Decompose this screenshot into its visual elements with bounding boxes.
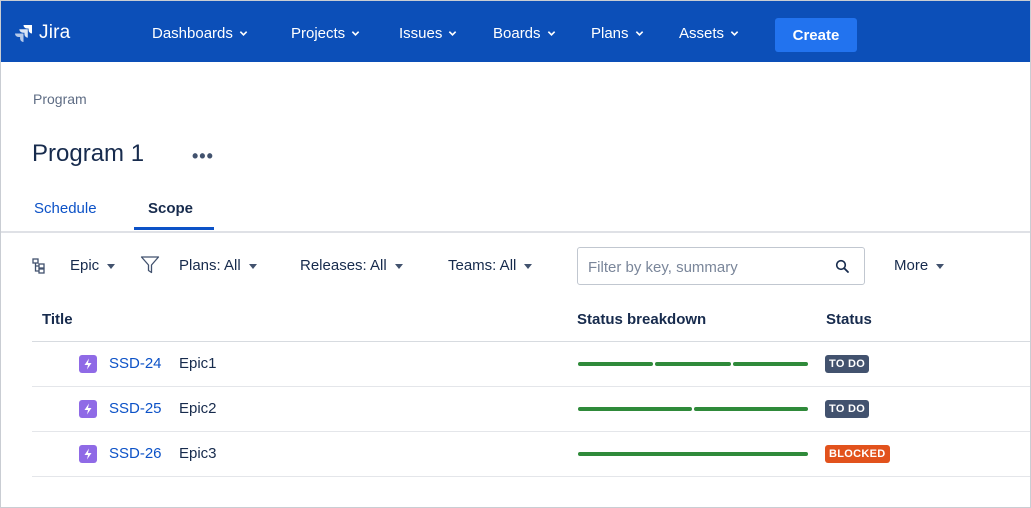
issue-summary: Epic3 [179,445,217,462]
chevron-down-icon [635,31,643,36]
caret-down-icon [248,264,257,269]
hierarchy-dropdown[interactable]: Epic [70,257,116,274]
chevron-down-icon [239,31,248,36]
teams-filter-label: Teams: All [448,257,517,274]
table-row[interactable]: SSD-26 Epic3 BLOCKED [32,432,1030,477]
column-header-status[interactable]: Status [826,311,872,328]
lightning-icon [84,448,92,460]
chevron-down-icon [449,31,457,36]
status-breakdown-bar [578,452,808,456]
nav-assets-label: Assets [679,25,725,42]
more-actions-button[interactable]: ••• [192,146,214,167]
status-breakdown-segment [694,407,808,411]
status-lozenge: BLOCKED [825,445,890,463]
caret-down-icon [394,264,403,269]
top-navigation: Jira Dashboards Projects Issues Boards P… [1,1,1030,62]
status-breakdown-bar [578,362,808,366]
status-breakdown-segment [732,362,808,366]
plans-filter-label: Plans: All [179,257,241,274]
releases-filter-label: Releases: All [300,257,387,274]
status-lozenge: TO DO [825,355,870,373]
page-title: Program 1 [32,140,145,167]
more-dropdown[interactable]: More [894,257,945,274]
table-row[interactable]: SSD-25 Epic2 TO DO [32,387,1030,432]
caret-down-icon [107,264,116,269]
nav-projects[interactable]: Projects [291,25,360,42]
nav-boards[interactable]: Boards [493,25,556,42]
issue-summary: Epic2 [179,400,217,417]
nav-projects-label: Projects [291,25,346,42]
chevron-down-icon [351,31,360,36]
chevron-down-icon [730,31,739,36]
status-breakdown-segment [655,362,731,366]
filter-search-input[interactable] [586,254,830,280]
nav-dashboards[interactable]: Dashboards [152,25,248,42]
nav-plans-label: Plans [591,25,629,42]
nav-dashboards-label: Dashboards [152,25,233,42]
nav-plans[interactable]: Plans [591,25,644,42]
more-dropdown-label: More [894,257,929,274]
nav-assets[interactable]: Assets [679,25,739,42]
hierarchy-dropdown-label: Epic [70,257,100,274]
jira-logo-icon [15,25,32,42]
filter-funnel-icon[interactable] [140,255,160,275]
active-tab-indicator [134,227,214,230]
nav-issues[interactable]: Issues [399,25,457,42]
status-lozenge: TO DO [825,400,870,418]
breadcrumb[interactable]: Program [33,91,87,107]
column-header-title[interactable]: Title [42,311,73,328]
plans-filter-dropdown[interactable]: Plans: All [179,257,257,274]
nav-issues-label: Issues [399,25,443,42]
logo-text: Jira [39,22,71,43]
status-breakdown-segment [578,407,692,411]
lightning-icon [84,403,92,415]
epic-icon [79,355,97,373]
chevron-down-icon [547,31,555,36]
create-button[interactable]: Create [775,18,857,52]
search-icon[interactable] [835,259,850,274]
tab-schedule[interactable]: Schedule [34,200,97,217]
issue-key-link[interactable]: SSD-25 [109,400,162,417]
releases-filter-dropdown[interactable]: Releases: All [300,257,403,274]
caret-down-icon [936,264,945,269]
issue-key-link[interactable]: SSD-24 [109,355,162,372]
epic-icon [79,445,97,463]
issue-summary: Epic1 [179,355,217,372]
issue-key-link[interactable]: SSD-26 [109,445,162,462]
app-window: Jira Dashboards Projects Issues Boards P… [0,0,1031,508]
tabs-divider [1,231,1030,233]
status-breakdown-segment [578,452,808,456]
table-row[interactable]: SSD-24 Epic1 TO DO [32,342,1030,387]
hierarchy-icon[interactable] [32,258,46,274]
tab-scope[interactable]: Scope [148,200,193,217]
jira-logo[interactable]: Jira [15,19,70,47]
nav-boards-label: Boards [493,25,541,42]
status-breakdown-segment [578,362,654,366]
filter-search-box[interactable] [577,247,865,285]
caret-down-icon [524,264,533,269]
lightning-icon [84,358,92,370]
column-header-status-breakdown[interactable]: Status breakdown [577,311,706,328]
status-breakdown-bar [578,407,808,411]
teams-filter-dropdown[interactable]: Teams: All [448,257,533,274]
epic-icon [79,400,97,418]
